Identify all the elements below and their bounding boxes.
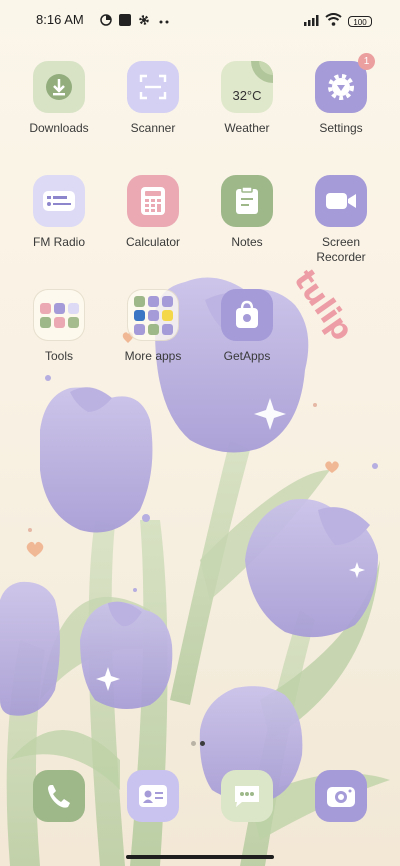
app-calculator[interactable]: Calculator (106, 175, 200, 250)
app-getapps[interactable]: GetApps (200, 289, 294, 364)
page-dot[interactable] (191, 741, 196, 746)
folder-tools[interactable]: Tools (12, 289, 106, 364)
app-label: Downloads (29, 121, 89, 135)
weather-icon: 32°C (221, 61, 273, 113)
radio-icon (33, 175, 85, 227)
app-label: Notes (231, 235, 263, 249)
camera-icon (327, 787, 355, 807)
app-downloads[interactable]: Downloads (12, 61, 106, 136)
data-saver-icon (100, 14, 112, 26)
app-label: Calculator (125, 235, 181, 249)
wifi-icon (325, 13, 342, 26)
download-icon (33, 61, 85, 113)
app-label: FM Radio (32, 235, 85, 249)
dock-messages[interactable] (221, 770, 273, 822)
app-label: Scanner (130, 121, 176, 135)
messages-icon (235, 786, 259, 807)
dock-contacts[interactable] (127, 770, 179, 822)
app-label: Weather (224, 121, 270, 135)
page-dot-active[interactable] (200, 741, 205, 746)
scanner-icon (127, 61, 179, 113)
app-fm-radio[interactable]: FM Radio (12, 175, 106, 250)
app-notes[interactable]: Notes (200, 175, 294, 250)
folder-more-apps[interactable]: More apps (106, 289, 200, 364)
calculator-icon (127, 175, 179, 227)
app-label: Tools (44, 349, 73, 363)
weather-temperature: 32°C (232, 87, 262, 103)
notes-icon (221, 175, 273, 227)
folder-icon (33, 289, 85, 341)
more-notifications-icon (159, 20, 169, 24)
app-scanner[interactable]: Scanner (106, 61, 200, 136)
battery-indicator: 100 (348, 16, 372, 27)
status-bar: 8:16 AM 100 (0, 0, 400, 44)
status-time: 8:16 AM (36, 12, 84, 27)
home-indicator[interactable] (126, 855, 274, 859)
notification-badge: 1 (358, 53, 375, 70)
shopping-bag-icon (221, 289, 273, 341)
phone-icon (48, 785, 70, 808)
app-label: More apps (124, 349, 182, 363)
app-notification-icon (119, 14, 131, 26)
video-camera-icon (315, 175, 367, 227)
page-indicator (189, 731, 207, 750)
app-label: GetApps (223, 349, 271, 363)
dock-camera[interactable] (315, 770, 367, 822)
dock-phone[interactable] (33, 770, 85, 822)
contacts-icon (139, 785, 167, 807)
app-settings[interactable]: 1 Settings (294, 53, 388, 136)
app-screen-recorder[interactable]: Screen Recorder (294, 175, 388, 265)
app-label: Settings (319, 121, 363, 135)
app-label: Screen Recorder (316, 235, 366, 264)
app-weather[interactable]: 32°C Weather (200, 61, 294, 136)
signal-icon (304, 15, 319, 26)
gear-icon (139, 15, 149, 25)
gear-icon: 1 (315, 53, 375, 113)
folder-icon (127, 289, 179, 341)
